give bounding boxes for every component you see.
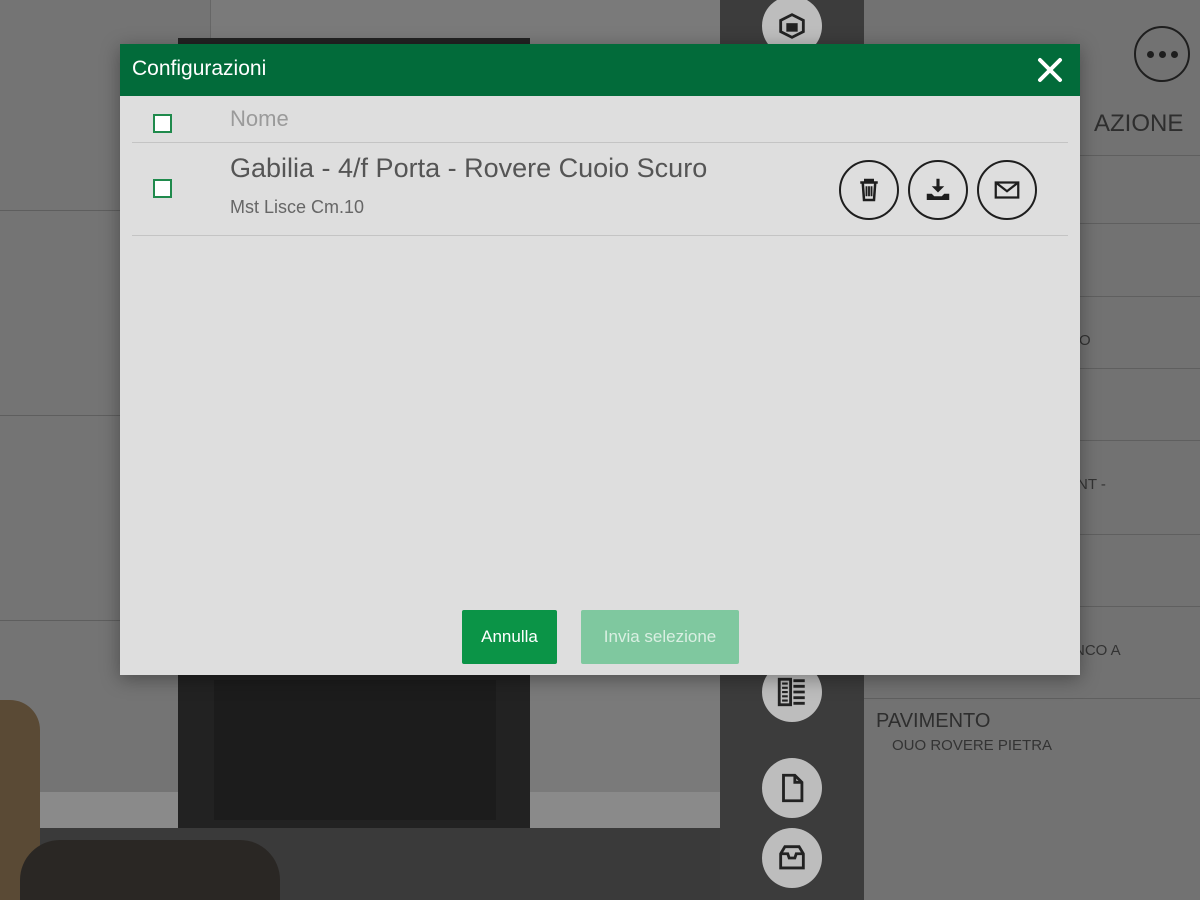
- side-panel-item-value: NCO A: [1074, 642, 1121, 659]
- close-icon[interactable]: [1032, 52, 1068, 88]
- side-panel-heading: AZIONE: [1094, 110, 1184, 137]
- configurations-dialog: Configurazioni Nome Gabilia - 4/f Porta …: [120, 44, 1080, 675]
- more-dots-icon[interactable]: [1134, 26, 1190, 82]
- download-icon[interactable]: [908, 160, 968, 220]
- item-checkbox[interactable]: [153, 179, 172, 198]
- archive-box-icon[interactable]: [762, 828, 822, 888]
- side-panel-item-value: O: [1079, 332, 1091, 349]
- cancel-button[interactable]: Annulla: [462, 610, 557, 664]
- door-panel: [214, 680, 496, 820]
- item-subtitle: Mst Lisce Cm.10: [230, 197, 365, 217]
- side-panel-item-value: NT -: [1077, 476, 1106, 493]
- column-header-name: Nome: [230, 106, 289, 131]
- side-divider: [864, 698, 1200, 699]
- side-panel-item-label: PAVIMENTO: [876, 710, 991, 732]
- email-icon[interactable]: [977, 160, 1037, 220]
- item-title: Gabilia - 4/f Porta - Rovere Cuoio Scuro: [230, 153, 708, 183]
- configuration-list-item[interactable]: Gabilia - 4/f Porta - Rovere Cuoio Scuro…: [132, 143, 1068, 236]
- send-selection-button[interactable]: Invia selezione: [581, 610, 739, 664]
- dialog-header: Configurazioni: [120, 44, 1080, 96]
- dialog-title: Configurazioni: [132, 57, 267, 80]
- document-icon[interactable]: [762, 758, 822, 818]
- sofa: [20, 840, 280, 900]
- table-header-row: Nome: [132, 96, 1068, 143]
- trash-icon[interactable]: [839, 160, 899, 220]
- select-all-checkbox[interactable]: [153, 114, 172, 133]
- side-panel-item-value: OUO ROVERE PIETRA: [892, 737, 1053, 754]
